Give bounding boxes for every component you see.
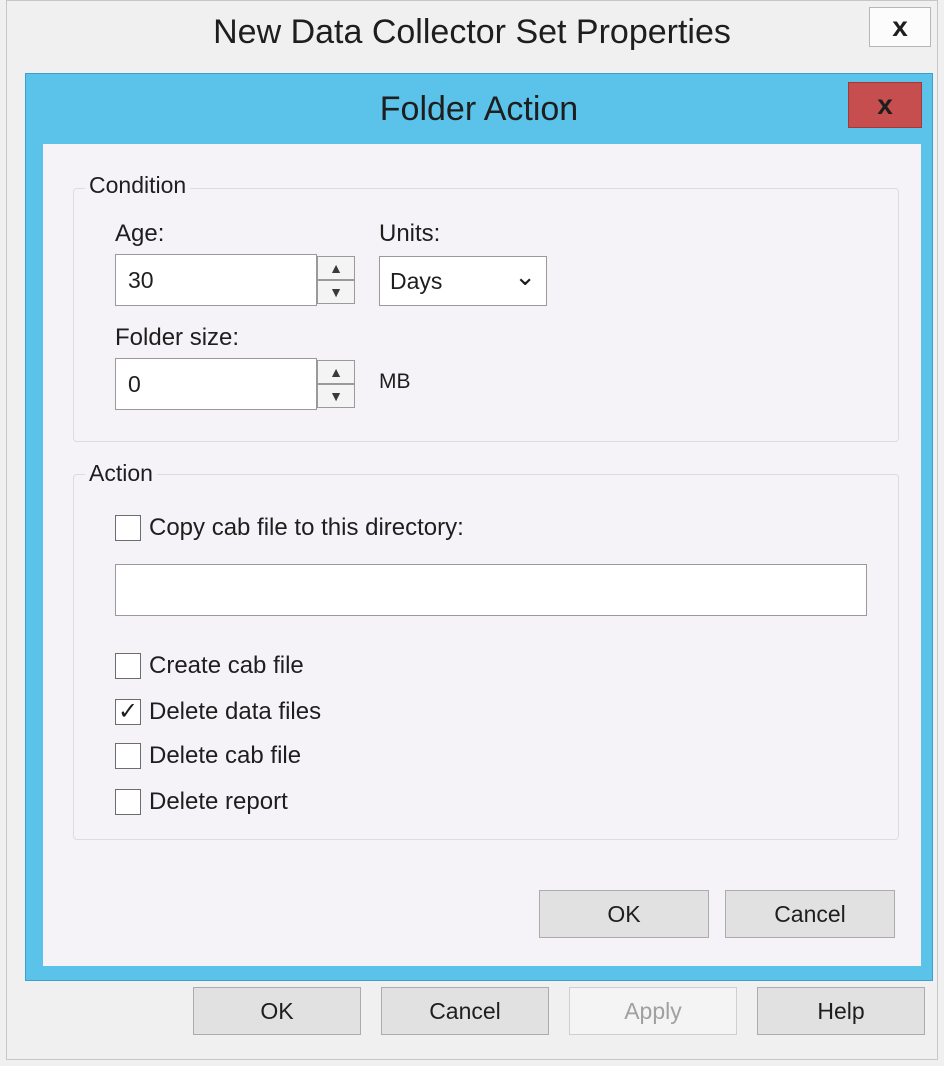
outer-apply-button: Apply [569,987,737,1035]
spin-down-icon: ▼ [329,284,343,300]
units-label: Units: [379,220,441,247]
copy-cab-label: Copy cab file to this directory: [149,514,464,541]
folder-size-input[interactable] [115,358,317,410]
age-spin-up-button[interactable]: ▲ [317,256,355,280]
option-delete-report[interactable]: Delete report [115,788,288,816]
age-spin-down-button[interactable]: ▼ [317,280,355,304]
folder-size-unit: MB [379,370,411,393]
outer-cancel-button[interactable]: Cancel [381,987,549,1035]
folder-action-dialog: Folder Action x Condition Age: ▲ ▼ Units… [25,73,933,981]
delete-cab-file-label: Delete cab file [149,742,302,769]
outer-close-button[interactable]: x [869,7,931,47]
outer-window: New Data Collector Set Properties x Fold… [6,0,938,1060]
action-group-label: Action [85,460,157,487]
delete-data-files-label: Delete data files [149,698,322,725]
spin-up-icon: ▲ [329,260,343,276]
cab-directory-input[interactable] [115,564,867,616]
folder-size-label: Folder size: [115,324,240,351]
create-cab-file-checkbox[interactable] [115,653,141,679]
dialog-cancel-button[interactable]: Cancel [725,890,895,938]
copy-cab-checkbox[interactable] [115,515,141,541]
delete-data-files-checkbox[interactable]: ✓ [115,699,141,725]
option-delete-cab-file[interactable]: Delete cab file [115,742,301,770]
condition-group-label: Condition [85,172,191,199]
units-select[interactable]: Days ⌄ [379,256,547,306]
delete-report-label: Delete report [149,788,288,815]
outer-window-title: New Data Collector Set Properties [213,13,731,51]
dialog-title: Folder Action [379,90,579,128]
dialog-close-button[interactable]: x [848,82,922,128]
spin-down-icon: ▼ [329,388,343,404]
outer-help-button[interactable]: Help [757,987,925,1035]
delete-report-checkbox[interactable] [115,789,141,815]
copy-cab-option[interactable]: Copy cab file to this directory: [115,514,464,542]
folder-size-spin-up-button[interactable]: ▲ [317,360,355,384]
option-create-cab-file[interactable]: Create cab file [115,652,304,680]
option-delete-data-files[interactable]: ✓ Delete data files [115,698,321,726]
dialog-ok-button[interactable]: OK [539,890,709,938]
delete-cab-file-checkbox[interactable] [115,743,141,769]
age-label: Age: [115,220,165,247]
dialog-client-area: Condition Age: ▲ ▼ Units: Days ⌄ Folder … [43,144,921,966]
folder-size-spin-down-button[interactable]: ▼ [317,384,355,408]
spin-up-icon: ▲ [329,364,343,380]
units-selected-value: Days [390,267,443,294]
outer-ok-button[interactable]: OK [193,987,361,1035]
age-input[interactable] [115,254,317,306]
create-cab-file-label: Create cab file [149,652,304,679]
checkmark-icon: ✓ [117,698,139,725]
chevron-down-icon: ⌄ [514,260,536,291]
